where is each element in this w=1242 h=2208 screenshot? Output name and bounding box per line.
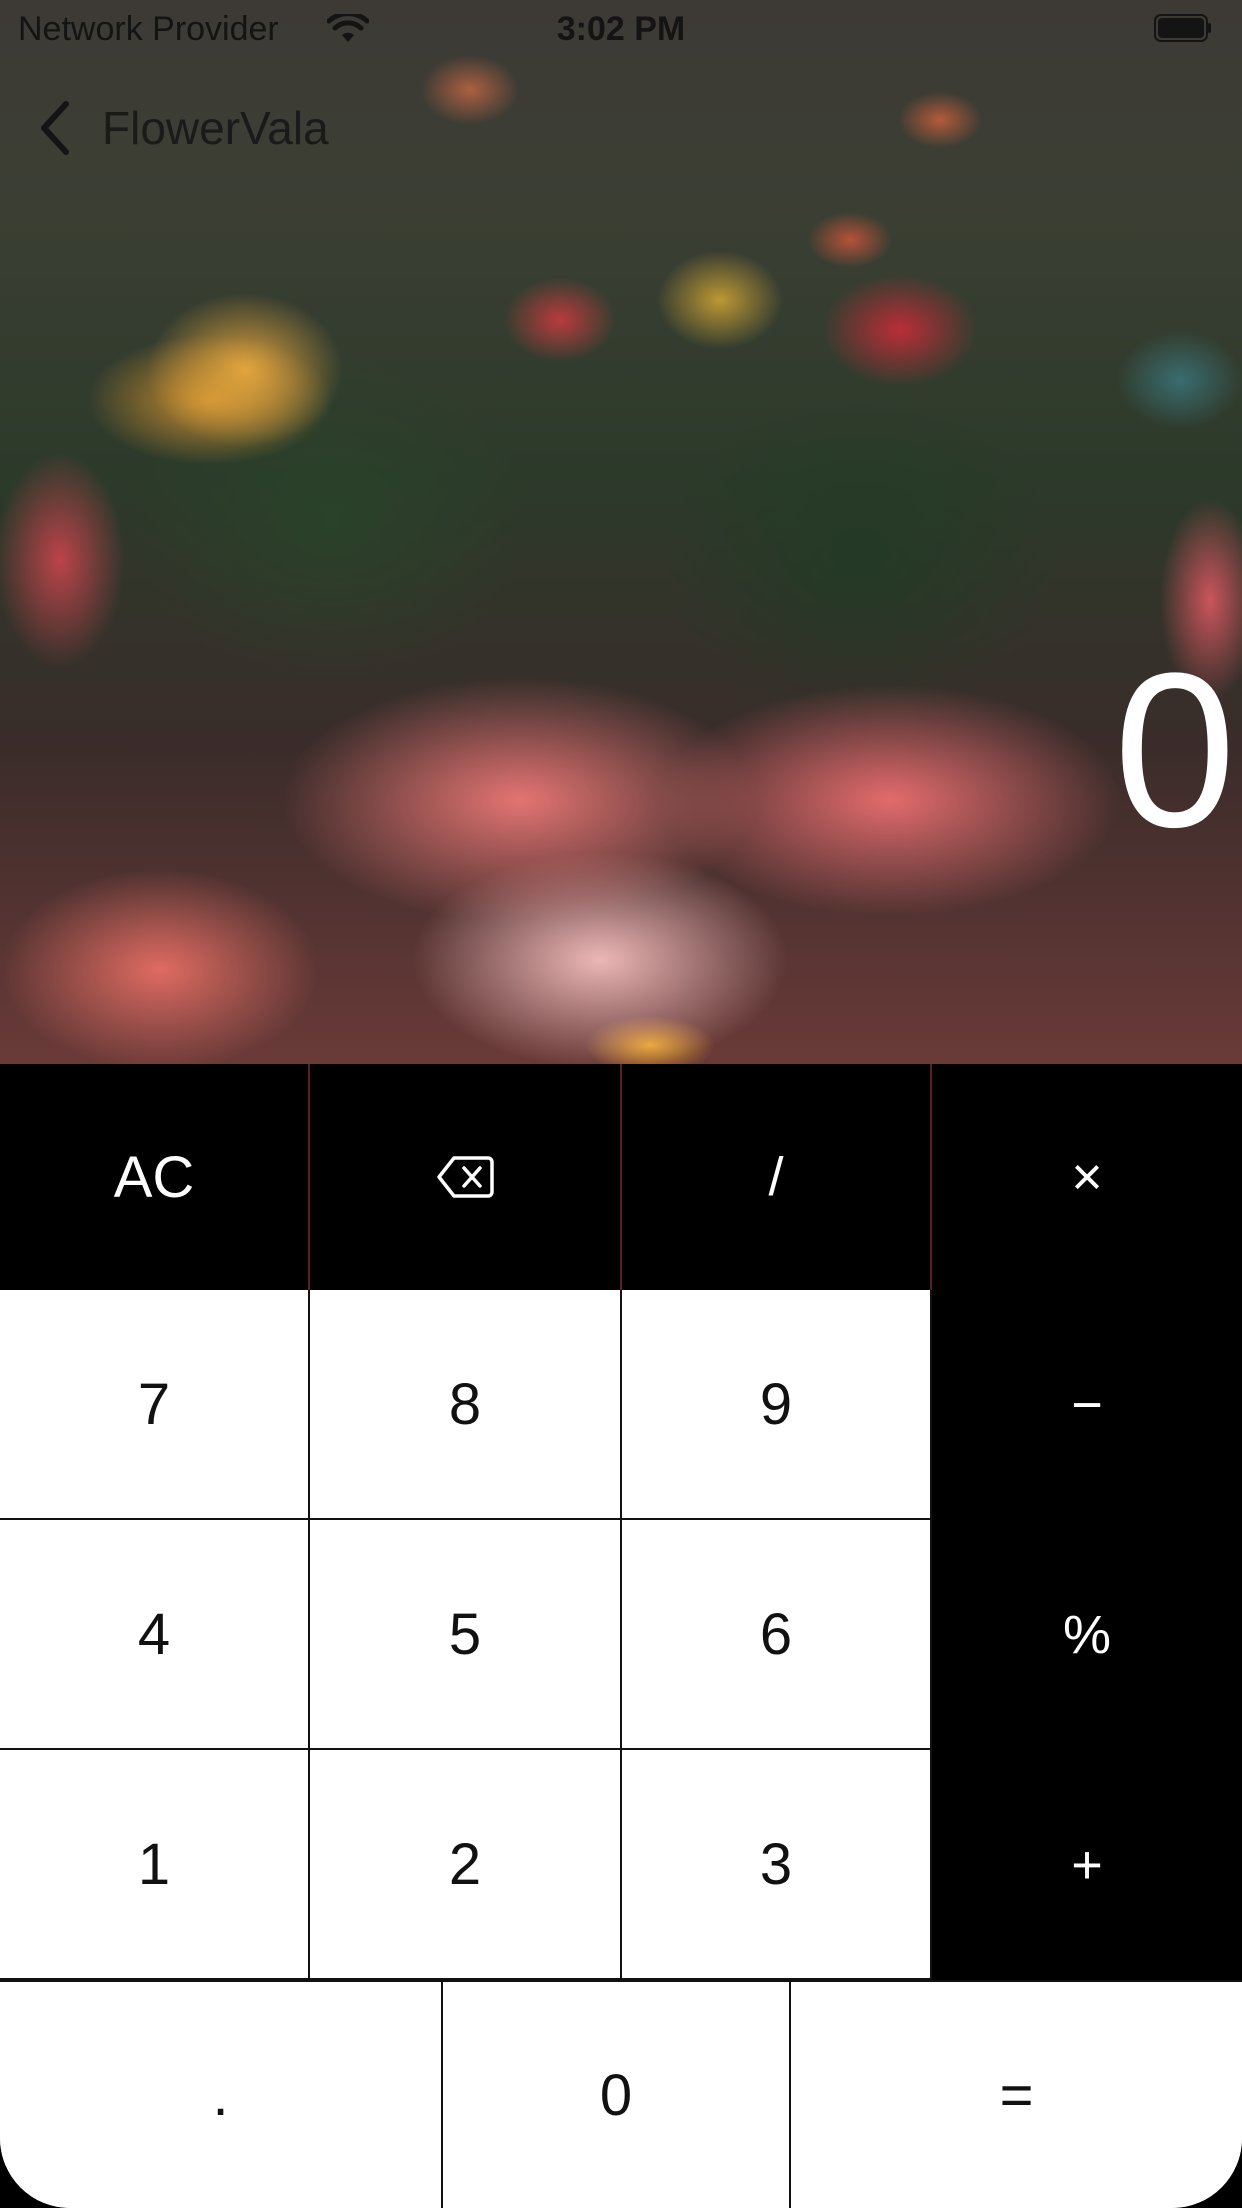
status-time: 3:02 PM	[556, 10, 686, 48]
keypad-bottom-row: . 0 =	[0, 1980, 1242, 2208]
digit-1-button[interactable]: 1	[0, 1750, 310, 1980]
multiply-label: ×	[1071, 1147, 1103, 1207]
plus-button[interactable]: +	[932, 1750, 1242, 1980]
digit-6-label: 6	[759, 1601, 793, 1667]
digit-0-button[interactable]: 0	[443, 1982, 791, 2208]
calculator-app: Network Provider 3:02 PM FlowerVala 0 AC	[0, 0, 1242, 2208]
minus-label: −	[1071, 1375, 1103, 1435]
status-bar: Network Provider 3:02 PM	[0, 0, 1242, 60]
digit-2-button[interactable]: 2	[310, 1750, 622, 1980]
multiply-button[interactable]: ×	[932, 1064, 1242, 1290]
digit-7-label: 7	[137, 1371, 171, 1437]
nav-title: FlowerVala	[102, 102, 329, 154]
digit-9-button[interactable]: 9	[622, 1290, 932, 1520]
decimal-button[interactable]: .	[0, 1982, 443, 2208]
decimal-label: .	[212, 2062, 229, 2128]
digit-1-label: 1	[137, 1831, 171, 1897]
digit-7-button[interactable]: 7	[0, 1290, 310, 1520]
clear-label: AC	[113, 1144, 195, 1210]
digit-5-button[interactable]: 5	[310, 1520, 622, 1750]
battery-icon	[1154, 14, 1211, 42]
calculator-display: 0	[1113, 627, 1236, 873]
equals-label: =	[999, 2062, 1034, 2128]
digit-4-button[interactable]: 4	[0, 1520, 310, 1750]
digit-6-button[interactable]: 6	[622, 1520, 932, 1750]
chevron-left-icon	[41, 101, 69, 155]
digit-9-label: 9	[759, 1371, 793, 1437]
divide-button[interactable]: /	[622, 1064, 932, 1290]
percent-button[interactable]: %	[932, 1520, 1242, 1750]
digit-4-label: 4	[137, 1601, 171, 1667]
digit-3-button[interactable]: 3	[622, 1750, 932, 1980]
digit-2-label: 2	[448, 1831, 482, 1897]
keypad: AC / × 7 8 9 − 4 5 6 % 1 2 3 + . 0 =	[0, 1064, 1242, 2208]
digit-5-label: 5	[448, 1601, 482, 1667]
digit-0-label: 0	[599, 2062, 633, 2128]
plus-label: +	[1071, 1835, 1103, 1895]
equals-button[interactable]: =	[791, 1982, 1242, 2208]
digit-8-button[interactable]: 8	[310, 1290, 622, 1520]
digit-8-label: 8	[448, 1371, 482, 1437]
back-button[interactable]: FlowerVala	[34, 88, 329, 168]
minus-button[interactable]: −	[932, 1290, 1242, 1520]
backspace-icon	[437, 1156, 494, 1198]
backspace-button[interactable]	[310, 1064, 622, 1290]
percent-label: %	[1062, 1605, 1111, 1665]
clear-button[interactable]: AC	[0, 1064, 310, 1290]
digit-3-label: 3	[759, 1831, 793, 1897]
divide-label: /	[768, 1147, 784, 1207]
